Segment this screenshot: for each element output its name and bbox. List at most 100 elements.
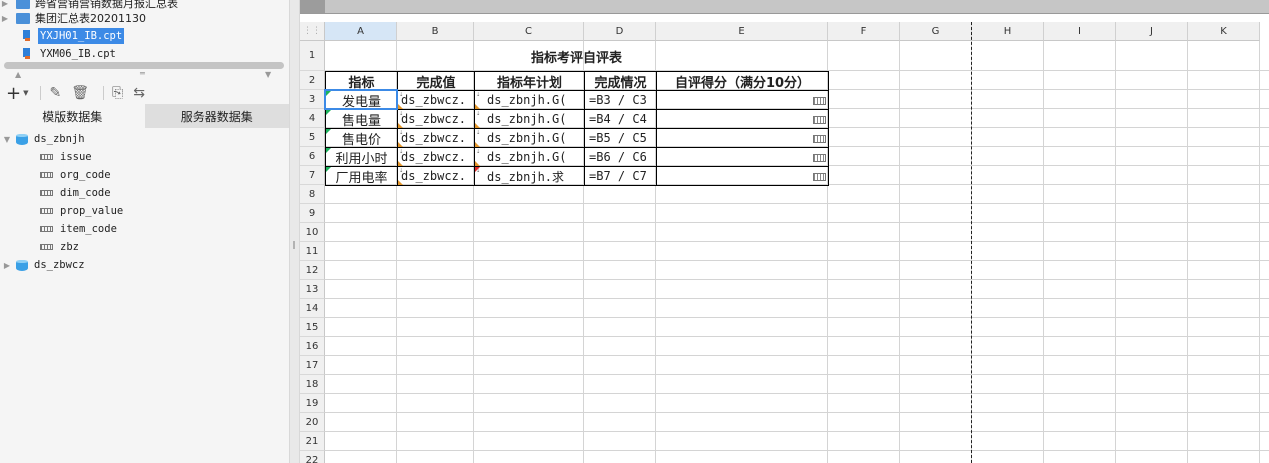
collapse-up-icon[interactable]: ▲ bbox=[15, 70, 21, 79]
horizontal-scrollbar[interactable] bbox=[4, 62, 284, 69]
cell-plan-formula[interactable]: ⇣ ds_zbnjh.求 bbox=[474, 166, 585, 186]
row-header[interactable]: 11 bbox=[300, 242, 325, 261]
expand-arrow-icon[interactable]: ▶ bbox=[0, 14, 10, 23]
header-cell-status[interactable]: 完成情况 bbox=[584, 71, 657, 91]
widget-icon[interactable] bbox=[813, 116, 826, 124]
widget-icon[interactable] bbox=[813, 154, 826, 162]
cell-status-formula[interactable]: =B3 / C3 bbox=[584, 90, 657, 110]
column-header-i[interactable]: I bbox=[1044, 22, 1116, 41]
cell-indicator[interactable]: 厂用电率 bbox=[325, 166, 398, 186]
grip-icon[interactable]: ‖ bbox=[292, 240, 296, 249]
row-header[interactable]: 22 bbox=[300, 451, 325, 463]
grip-icon[interactable]: ═ bbox=[140, 69, 145, 78]
column-header-d[interactable]: D bbox=[584, 22, 656, 41]
tree-file-item[interactable]: YXJH01_IB.cpt bbox=[0, 27, 125, 45]
cell-indicator[interactable]: 售电价 bbox=[325, 128, 398, 148]
row-header[interactable]: 10 bbox=[300, 223, 325, 242]
tab-template-dataset[interactable]: 模版数据集 bbox=[0, 104, 145, 128]
row-header[interactable]: 17 bbox=[300, 356, 325, 375]
row-header[interactable]: 1 bbox=[300, 41, 325, 71]
scrollbar-thumb[interactable] bbox=[300, 0, 325, 13]
cell-score[interactable] bbox=[656, 166, 829, 186]
cell-plan-formula[interactable]: ⇣ ds_zbnjh.G( bbox=[474, 147, 585, 167]
column-header-g[interactable]: G bbox=[900, 22, 972, 41]
widget-icon[interactable] bbox=[813, 97, 826, 105]
panel-splitter[interactable]: ▲ ═ ▼ bbox=[0, 69, 289, 82]
widget-icon[interactable] bbox=[813, 173, 826, 181]
row-header[interactable]: 5 bbox=[300, 128, 325, 147]
row-header[interactable]: 7 bbox=[300, 166, 325, 185]
field-item[interactable]: item_code bbox=[40, 220, 117, 238]
cell-status-formula[interactable]: =B6 / C6 bbox=[584, 147, 657, 167]
column-header-b[interactable]: B bbox=[397, 22, 474, 41]
cell-score[interactable] bbox=[656, 109, 829, 129]
edit-icon[interactable]: ✎ bbox=[49, 85, 61, 101]
cell-indicator[interactable]: 利用小时 bbox=[325, 147, 398, 167]
column-header-k[interactable]: K bbox=[1188, 22, 1260, 41]
field-item[interactable]: issue bbox=[40, 148, 92, 166]
tree-file-item[interactable]: YXM06_IB.cpt bbox=[0, 45, 118, 63]
expand-down-icon[interactable]: ▼ bbox=[265, 70, 271, 79]
header-cell-indicator[interactable]: 指标 bbox=[325, 71, 398, 91]
field-item[interactable]: dim_code bbox=[40, 184, 111, 202]
cell-indicator[interactable]: 售电量 bbox=[325, 109, 398, 129]
row-header[interactable]: 3 bbox=[300, 90, 325, 109]
spreadsheet-grid[interactable]: ⋮⋮ ABCDEFGHIJK 1 2 3 4 5 6 7 8 9 10 11 12 13 14 15 16 17… bbox=[300, 22, 1269, 463]
cell-actual-formula[interactable]: ⇣ ds_zbwcz. bbox=[397, 109, 475, 129]
row-header[interactable]: 8 bbox=[300, 185, 325, 204]
column-header-j[interactable]: J bbox=[1116, 22, 1188, 41]
scrollbar-track[interactable] bbox=[325, 0, 1269, 13]
cell-plan-formula[interactable]: ⇣ ds_zbnjh.G( bbox=[474, 128, 585, 148]
chevron-down-icon[interactable]: ▼ bbox=[23, 89, 28, 97]
cell-score[interactable] bbox=[656, 90, 829, 110]
cell-score[interactable] bbox=[656, 128, 829, 148]
row-header[interactable]: 2 bbox=[300, 71, 325, 90]
column-header-c[interactable]: C bbox=[474, 22, 584, 41]
cell-plan-formula[interactable]: ⇣ ds_zbnjh.G( bbox=[474, 109, 585, 129]
expand-arrow-icon[interactable]: ▶ bbox=[0, 0, 10, 8]
collapse-arrow-icon[interactable]: ▼ bbox=[2, 135, 12, 144]
row-header[interactable]: 6 bbox=[300, 147, 325, 166]
report-title-cell[interactable]: 指标考评自评表 bbox=[325, 41, 828, 71]
header-cell-plan[interactable]: 指标年计划 bbox=[474, 71, 585, 91]
column-header-a[interactable]: A bbox=[325, 22, 397, 41]
select-all-corner[interactable]: ⋮⋮ bbox=[300, 22, 325, 41]
cell-plan-formula[interactable]: ⇣ ds_zbnjh.G( bbox=[474, 90, 585, 110]
row-header[interactable]: 19 bbox=[300, 394, 325, 413]
cell-actual-formula[interactable]: ⇣ ds_zbwcz. bbox=[397, 147, 475, 167]
column-header-h[interactable]: H bbox=[972, 22, 1044, 41]
row-header[interactable]: 14 bbox=[300, 299, 325, 318]
row-header[interactable]: 4 bbox=[300, 109, 325, 128]
cell-indicator[interactable]: 发电量 bbox=[325, 90, 398, 110]
tree-folder-item[interactable]: ▶ 集团汇总表20201130 bbox=[0, 9, 146, 27]
field-item[interactable]: prop_value bbox=[40, 202, 123, 220]
row-header[interactable]: 16 bbox=[300, 337, 325, 356]
widget-icon[interactable] bbox=[813, 135, 826, 143]
row-header[interactable]: 9 bbox=[300, 204, 325, 223]
header-cell-actual[interactable]: 完成值 bbox=[397, 71, 475, 91]
expand-arrow-icon[interactable]: ▶ bbox=[2, 261, 12, 270]
row-header[interactable]: 13 bbox=[300, 280, 325, 299]
cell-actual-formula[interactable]: ⇣ ds_zbwcz. bbox=[397, 166, 475, 186]
row-header[interactable]: 12 bbox=[300, 261, 325, 280]
sheet-top-scrollbar[interactable] bbox=[300, 0, 1269, 14]
row-header[interactable]: 20 bbox=[300, 413, 325, 432]
add-icon[interactable]: + bbox=[6, 83, 21, 104]
row-header[interactable]: 15 bbox=[300, 318, 325, 337]
preview-icon[interactable]: ⎘ bbox=[112, 85, 123, 101]
column-header-e[interactable]: E bbox=[656, 22, 828, 41]
dataset-item[interactable]: ▼ ds_zbnjh bbox=[0, 130, 85, 148]
dataset-item[interactable]: ▶ ds_zbwcz bbox=[0, 256, 85, 274]
delete-icon[interactable]: 🗑 bbox=[71, 85, 89, 101]
row-header[interactable]: 18 bbox=[300, 375, 325, 394]
cell-score[interactable] bbox=[656, 147, 829, 167]
cell-status-formula[interactable]: =B5 / C5 bbox=[584, 128, 657, 148]
header-cell-score[interactable]: 自评得分（满分10分） bbox=[656, 71, 829, 91]
column-header-f[interactable]: F bbox=[828, 22, 900, 41]
replace-icon[interactable]: ⇆ bbox=[133, 85, 145, 101]
tab-server-dataset[interactable]: 服务器数据集 bbox=[144, 104, 289, 128]
field-item[interactable]: org_code bbox=[40, 166, 111, 184]
cell-actual-formula[interactable]: ⇣ ds_zbwcz. bbox=[397, 128, 475, 148]
row-header[interactable]: 21 bbox=[300, 432, 325, 451]
field-item[interactable]: zbz bbox=[40, 238, 79, 256]
